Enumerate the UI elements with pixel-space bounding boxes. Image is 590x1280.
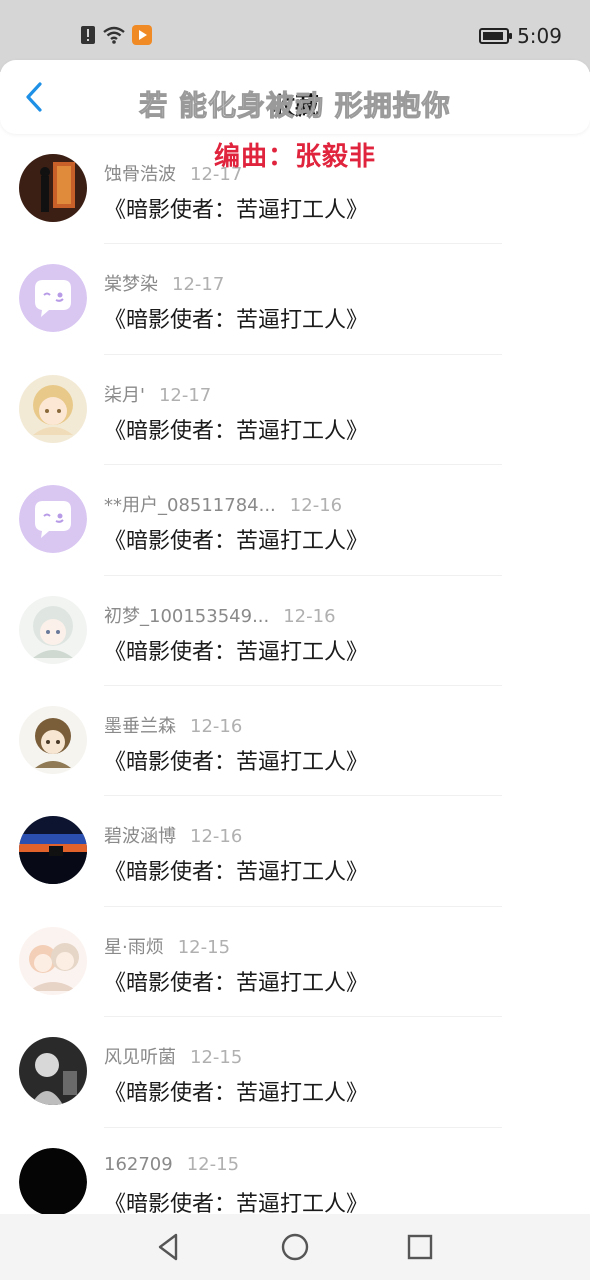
item-text: 《暗影使者：苦逼打工人》 — [104, 970, 369, 996]
status-right: 5:09 — [479, 24, 562, 48]
list-item[interactable]: 柒月' 12-17 《暗影使者：苦逼打工人》 — [0, 355, 590, 466]
system-nav-bar — [0, 1214, 590, 1280]
date: 12-16 — [190, 826, 243, 848]
avatar[interactable] — [19, 374, 87, 443]
item-text: 《暗影使者：苦逼打工人》 — [104, 860, 369, 886]
date: 12-16 — [190, 715, 243, 737]
avatar[interactable] — [19, 816, 87, 885]
item-text: 《暗影使者：苦逼打工人》 — [104, 418, 369, 444]
item-text: 《暗影使者：苦逼打工人》 — [104, 749, 369, 775]
avatar[interactable] — [19, 1037, 87, 1106]
avatar[interactable] — [19, 926, 87, 995]
avatar[interactable] — [19, 1147, 87, 1216]
header-bar: 收藏 若 能化身被动 形拥抱你 — [0, 60, 590, 134]
date: 12-17 — [172, 274, 225, 296]
alert-icon — [81, 26, 95, 44]
date: 12-16 — [289, 495, 343, 517]
media-play-icon — [132, 25, 152, 45]
date: 12-16 — [283, 605, 336, 627]
wifi-icon — [103, 26, 125, 44]
list-item[interactable]: **用户_08511784... 12-16 《暗影使者：苦逼打工人》 — [0, 465, 590, 576]
username: 墨垂兰森 — [104, 715, 176, 737]
status-left-icons — [80, 25, 152, 45]
recents-square-icon[interactable] — [403, 1230, 437, 1264]
item-text: 《暗影使者：苦逼打工人》 — [104, 1191, 369, 1217]
item-text: 《暗影使者：苦逼打工人》 — [104, 529, 369, 555]
date: 12-17 — [158, 384, 212, 406]
item-text: 《暗影使者：苦逼打工人》 — [104, 1081, 369, 1107]
username: 风见听菌 — [104, 1047, 176, 1069]
back-triangle-icon[interactable] — [152, 1230, 186, 1264]
date: 12-15 — [186, 1153, 240, 1175]
username: 星·雨烦 — [104, 936, 164, 958]
list-item[interactable]: 星·雨烦 12-15 《暗影使者：苦逼打工人》 — [0, 907, 590, 1018]
username: 柒月' — [104, 384, 145, 406]
item-text: 《暗影使者：苦逼打工人》 — [104, 198, 369, 223]
username: 碧波涵博 — [104, 826, 176, 848]
username: **用户_08511784... — [104, 495, 276, 517]
favorites-list: 蚀骨浩波 12-17 《暗影使者：苦逼打工人》 棠梦染 12-17 《暗影使者：苦逼… — [0, 134, 590, 1238]
list-item[interactable]: 墨垂兰森 12-16 《暗影使者：苦逼打工人》 — [0, 686, 590, 797]
home-circle-icon[interactable] — [278, 1230, 312, 1264]
status-time: 5:09 — [517, 24, 562, 48]
list-item[interactable]: 风见听菌 12-15 《暗影使者：苦逼打工人》 — [0, 1017, 590, 1128]
list-item[interactable]: 碧波涵博 12-16 《暗影使者：苦逼打工人》 — [0, 796, 590, 907]
battery-icon — [479, 28, 513, 44]
username: 棠梦染 — [104, 274, 158, 296]
credit-overlay-text: 编曲：张毅非 — [213, 142, 376, 172]
item-text: 《暗影使者：苦逼打工人》 — [104, 639, 369, 665]
list-item[interactable]: 初梦_100153549... 12-16 《暗影使者：苦逼打工人》 — [0, 576, 590, 686]
avatar[interactable] — [19, 264, 87, 333]
avatar[interactable] — [19, 595, 87, 664]
date: 12-15 — [190, 1047, 243, 1069]
item-text: 《暗影使者：苦逼打工人》 — [104, 308, 369, 334]
list-item[interactable]: 棠梦染 12-17 《暗影使者：苦逼打工人》 — [0, 244, 590, 355]
date: 12-15 — [177, 936, 231, 958]
avatar[interactable] — [19, 485, 87, 554]
username: 初梦_100153549... — [104, 605, 270, 627]
lyric-overlay-text: 若 能化身被动 形拥抱你 — [139, 89, 451, 123]
avatar[interactable] — [19, 705, 87, 774]
username: 162709 — [104, 1153, 173, 1175]
